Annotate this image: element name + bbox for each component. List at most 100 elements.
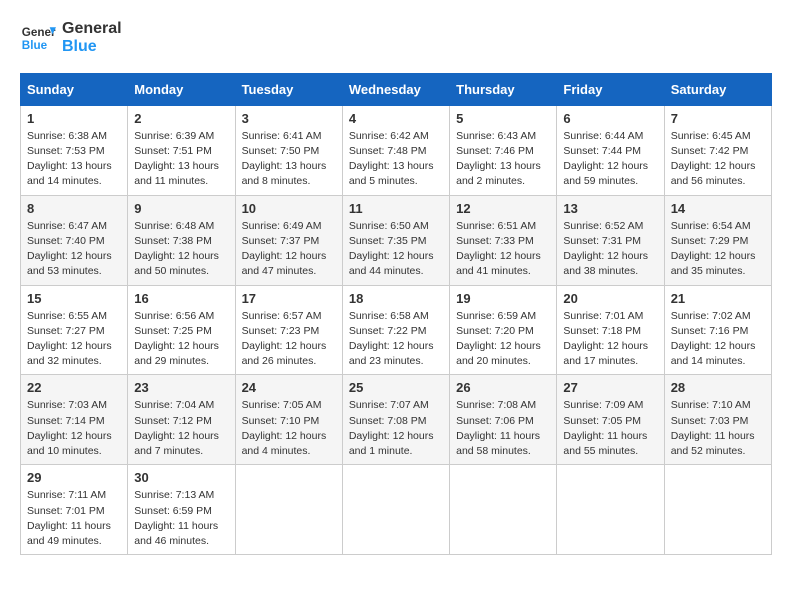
day-number: 11 xyxy=(349,201,443,216)
calendar-cell: 5 Sunrise: 6:43 AMSunset: 7:46 PMDaylight… xyxy=(450,105,557,195)
calendar-cell: 12Sunrise: 6:51 AMSunset: 7:33 PMDayligh… xyxy=(450,195,557,285)
day-info: Sunrise: 6:57 AMSunset: 7:23 PMDaylight:… xyxy=(242,309,336,370)
calendar-cell: 6 Sunrise: 6:44 AMSunset: 7:44 PMDaylight… xyxy=(557,105,664,195)
day-number: 16 xyxy=(134,291,228,306)
day-info: Sunrise: 7:10 AMSunset: 7:03 PMDaylight:… xyxy=(671,398,765,459)
calendar-cell: 30 Sunrise: 7:13 AMSunset: 6:59 PMDayligh… xyxy=(128,465,235,555)
calendar-cell: 21 Sunrise: 7:02 AMSunset: 7:16 PMDayligh… xyxy=(664,285,771,375)
col-header-sunday: Sunday xyxy=(21,73,128,105)
calendar-cell: 15Sunrise: 6:55 AMSunset: 7:27 PMDayligh… xyxy=(21,285,128,375)
calendar-cell: 22 Sunrise: 7:03 AMSunset: 7:14 PMDayligh… xyxy=(21,375,128,465)
day-info: Sunrise: 6:39 AMSunset: 7:51 PMDaylight:… xyxy=(134,129,228,190)
day-number: 13 xyxy=(563,201,657,216)
day-number: 26 xyxy=(456,380,550,395)
calendar-cell: 9 Sunrise: 6:48 AMSunset: 7:38 PMDaylight… xyxy=(128,195,235,285)
day-info: Sunrise: 6:49 AMSunset: 7:37 PMDaylight:… xyxy=(242,219,336,280)
day-number: 5 xyxy=(456,111,550,126)
day-info: Sunrise: 7:09 AMSunset: 7:05 PMDaylight:… xyxy=(563,398,657,459)
calendar-cell: 2 Sunrise: 6:39 AMSunset: 7:51 PMDaylight… xyxy=(128,105,235,195)
col-header-saturday: Saturday xyxy=(664,73,771,105)
day-info: Sunrise: 6:48 AMSunset: 7:38 PMDaylight:… xyxy=(134,219,228,280)
day-info: Sunrise: 6:45 AMSunset: 7:42 PMDaylight:… xyxy=(671,129,765,190)
day-info: Sunrise: 6:54 AMSunset: 7:29 PMDaylight:… xyxy=(671,219,765,280)
calendar-cell: 23 Sunrise: 7:04 AMSunset: 7:12 PMDayligh… xyxy=(128,375,235,465)
day-number: 28 xyxy=(671,380,765,395)
day-number: 22 xyxy=(27,380,121,395)
calendar-table: SundayMondayTuesdayWednesdayThursdayFrid… xyxy=(20,73,772,555)
col-header-friday: Friday xyxy=(557,73,664,105)
day-info: Sunrise: 7:04 AMSunset: 7:12 PMDaylight:… xyxy=(134,398,228,459)
day-number: 7 xyxy=(671,111,765,126)
day-info: Sunrise: 7:01 AMSunset: 7:18 PMDaylight:… xyxy=(563,309,657,370)
day-info: Sunrise: 7:03 AMSunset: 7:14 PMDaylight:… xyxy=(27,398,121,459)
day-number: 21 xyxy=(671,291,765,306)
day-number: 9 xyxy=(134,201,228,216)
day-number: 17 xyxy=(242,291,336,306)
calendar-cell: 25 Sunrise: 7:07 AMSunset: 7:08 PMDayligh… xyxy=(342,375,449,465)
logo-icon: General Blue xyxy=(20,20,56,56)
logo-text-general: General xyxy=(62,20,122,38)
calendar-cell: 28 Sunrise: 7:10 AMSunset: 7:03 PMDayligh… xyxy=(664,375,771,465)
calendar-cell: 27 Sunrise: 7:09 AMSunset: 7:05 PMDayligh… xyxy=(557,375,664,465)
day-info: Sunrise: 7:07 AMSunset: 7:08 PMDaylight:… xyxy=(349,398,443,459)
calendar-cell: 24 Sunrise: 7:05 AMSunset: 7:10 PMDayligh… xyxy=(235,375,342,465)
calendar-cell xyxy=(342,465,449,555)
logo: General Blue General Blue xyxy=(20,20,122,57)
col-header-wednesday: Wednesday xyxy=(342,73,449,105)
calendar-cell: 29Sunrise: 7:11 AMSunset: 7:01 PMDayligh… xyxy=(21,465,128,555)
day-number: 15 xyxy=(27,291,121,306)
day-info: Sunrise: 6:56 AMSunset: 7:25 PMDaylight:… xyxy=(134,309,228,370)
day-info: Sunrise: 7:05 AMSunset: 7:10 PMDaylight:… xyxy=(242,398,336,459)
calendar-cell: 3Sunrise: 6:41 AMSunset: 7:50 PMDaylight… xyxy=(235,105,342,195)
logo-text-blue: Blue xyxy=(62,38,122,56)
calendar-cell: 17 Sunrise: 6:57 AMSunset: 7:23 PMDayligh… xyxy=(235,285,342,375)
page-header: General Blue General Blue xyxy=(20,20,772,57)
day-number: 23 xyxy=(134,380,228,395)
calendar-week-5: 29Sunrise: 7:11 AMSunset: 7:01 PMDayligh… xyxy=(21,465,772,555)
calendar-week-3: 15Sunrise: 6:55 AMSunset: 7:27 PMDayligh… xyxy=(21,285,772,375)
calendar-cell: 26Sunrise: 7:08 AMSunset: 7:06 PMDayligh… xyxy=(450,375,557,465)
calendar-cell xyxy=(557,465,664,555)
calendar-cell: 7 Sunrise: 6:45 AMSunset: 7:42 PMDaylight… xyxy=(664,105,771,195)
day-number: 27 xyxy=(563,380,657,395)
day-info: Sunrise: 6:50 AMSunset: 7:35 PMDaylight:… xyxy=(349,219,443,280)
calendar-week-4: 22 Sunrise: 7:03 AMSunset: 7:14 PMDayligh… xyxy=(21,375,772,465)
calendar-cell: 13 Sunrise: 6:52 AMSunset: 7:31 PMDayligh… xyxy=(557,195,664,285)
day-info: Sunrise: 7:13 AMSunset: 6:59 PMDaylight:… xyxy=(134,488,228,549)
day-info: Sunrise: 6:42 AMSunset: 7:48 PMDaylight:… xyxy=(349,129,443,190)
day-number: 29 xyxy=(27,470,121,485)
calendar-cell: 19Sunrise: 6:59 AMSunset: 7:20 PMDayligh… xyxy=(450,285,557,375)
day-number: 12 xyxy=(456,201,550,216)
col-header-monday: Monday xyxy=(128,73,235,105)
calendar-cell: 14 Sunrise: 6:54 AMSunset: 7:29 PMDayligh… xyxy=(664,195,771,285)
calendar-cell: 11 Sunrise: 6:50 AMSunset: 7:35 PMDayligh… xyxy=(342,195,449,285)
svg-text:Blue: Blue xyxy=(22,39,48,52)
day-number: 10 xyxy=(242,201,336,216)
calendar-cell: 1 Sunrise: 6:38 AMSunset: 7:53 PMDaylight… xyxy=(21,105,128,195)
day-info: Sunrise: 6:38 AMSunset: 7:53 PMDaylight:… xyxy=(27,129,121,190)
day-number: 4 xyxy=(349,111,443,126)
day-number: 2 xyxy=(134,111,228,126)
day-number: 6 xyxy=(563,111,657,126)
day-info: Sunrise: 6:58 AMSunset: 7:22 PMDaylight:… xyxy=(349,309,443,370)
day-info: Sunrise: 6:43 AMSunset: 7:46 PMDaylight:… xyxy=(456,129,550,190)
day-number: 19 xyxy=(456,291,550,306)
col-header-tuesday: Tuesday xyxy=(235,73,342,105)
day-number: 3 xyxy=(242,111,336,126)
day-info: Sunrise: 6:44 AMSunset: 7:44 PMDaylight:… xyxy=(563,129,657,190)
day-number: 20 xyxy=(563,291,657,306)
day-number: 1 xyxy=(27,111,121,126)
calendar-cell xyxy=(235,465,342,555)
day-info: Sunrise: 6:47 AMSunset: 7:40 PMDaylight:… xyxy=(27,219,121,280)
day-number: 18 xyxy=(349,291,443,306)
calendar-cell: 20 Sunrise: 7:01 AMSunset: 7:18 PMDayligh… xyxy=(557,285,664,375)
day-info: Sunrise: 6:52 AMSunset: 7:31 PMDaylight:… xyxy=(563,219,657,280)
day-number: 24 xyxy=(242,380,336,395)
day-number: 25 xyxy=(349,380,443,395)
day-info: Sunrise: 7:02 AMSunset: 7:16 PMDaylight:… xyxy=(671,309,765,370)
col-header-thursday: Thursday xyxy=(450,73,557,105)
calendar-week-1: 1 Sunrise: 6:38 AMSunset: 7:53 PMDaylight… xyxy=(21,105,772,195)
day-number: 30 xyxy=(134,470,228,485)
calendar-cell: 18 Sunrise: 6:58 AMSunset: 7:22 PMDayligh… xyxy=(342,285,449,375)
day-number: 14 xyxy=(671,201,765,216)
